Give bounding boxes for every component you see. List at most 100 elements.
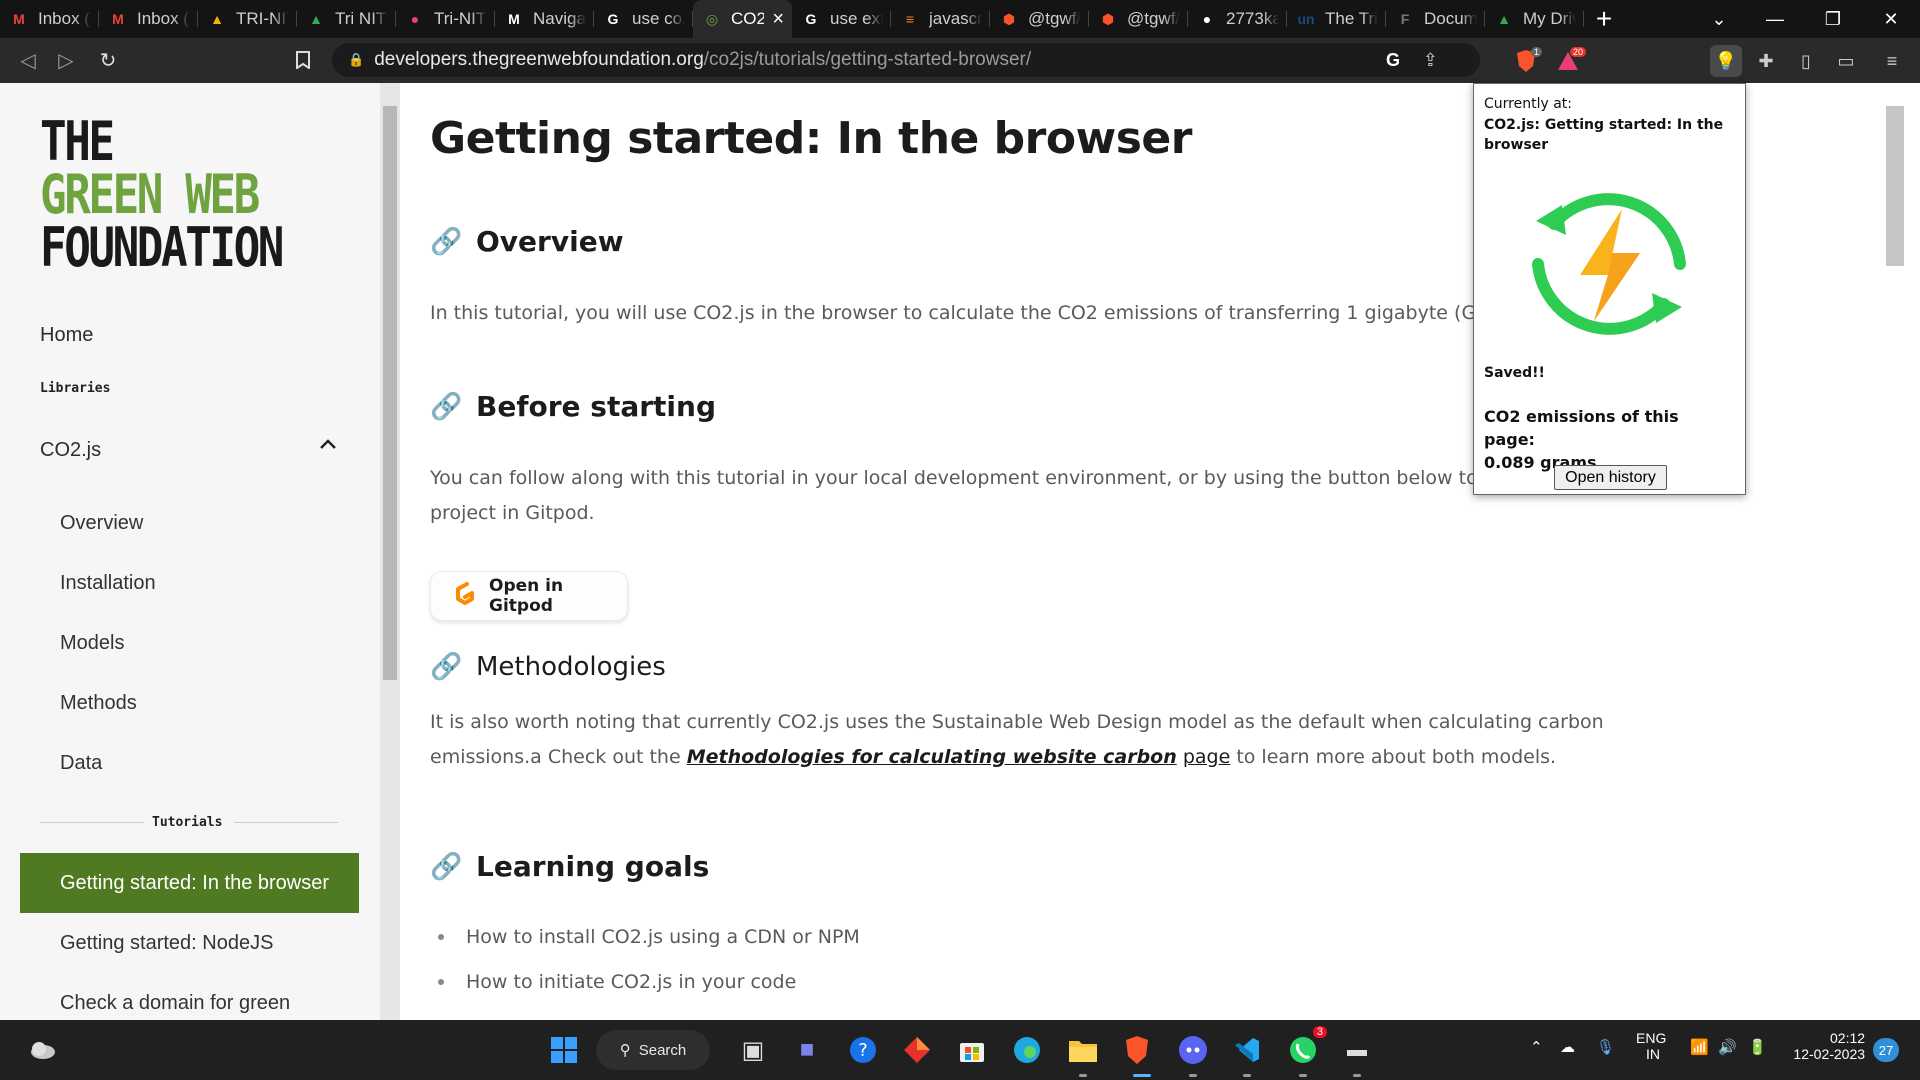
- tab-2[interactable]: ▲ TRI-NIT: [198, 0, 297, 38]
- running-indicator: [1079, 1074, 1087, 1077]
- document-icon: F: [1400, 11, 1410, 27]
- tab-5[interactable]: M Navigat: [495, 0, 594, 38]
- brave-rewards-icon[interactable]: 20: [1552, 45, 1586, 77]
- tab-13[interactable]: un The Tri-N: [1287, 0, 1386, 38]
- open-history-button[interactable]: Open history: [1554, 465, 1667, 490]
- green-web-logo[interactable]: THE GREEN WEB FOUNDATION: [40, 115, 284, 275]
- co2-emissions-label: CO2 emissions of this page:: [1484, 407, 1679, 449]
- reload-icon[interactable]: ↻: [88, 40, 128, 80]
- saved-status: Saved!!: [1484, 365, 1545, 381]
- nav-check-domain[interactable]: Check a domain for green: [60, 992, 290, 1015]
- nav-installation[interactable]: Installation: [60, 572, 156, 595]
- running-indicator: [1133, 1074, 1151, 1077]
- onedrive-sync-icon[interactable]: ☁: [1560, 1038, 1575, 1056]
- minimize-icon[interactable]: —: [1746, 0, 1804, 38]
- sidebar-scroll-thumb[interactable]: [383, 106, 397, 680]
- close-tab-icon[interactable]: ×: [772, 8, 784, 31]
- tab-6[interactable]: Guse co2: [594, 0, 693, 38]
- address-bar[interactable]: 🔒 developers.thegreenwebfoundation.org/c…: [332, 43, 1480, 77]
- page-title: Getting started: In the browser: [430, 113, 1192, 164]
- tab-12[interactable]: ● 2773kar: [1188, 0, 1287, 38]
- tab-11[interactable]: ⬢ @tgwf/c: [1089, 0, 1188, 38]
- microphone-icon[interactable]: 🎙: [1596, 1038, 1615, 1056]
- list-item: How to initiate CO2.js in your code: [438, 971, 796, 993]
- brave-shields-badge: 1: [1530, 47, 1542, 57]
- windows-taskbar: ⚲ Search ▣ ■ ? 3 ▬ ⌃ ☁ 🎙 ENG IN 📶 🔊 �: [0, 1020, 1920, 1080]
- gmail-icon: M: [13, 11, 25, 27]
- tab-1[interactable]: M Inbox (6: [99, 0, 198, 38]
- brave-rewards-badge: 20: [1569, 47, 1586, 57]
- nav-co2js[interactable]: CO2.js: [40, 439, 101, 462]
- tab-7[interactable]: ◎ CO2 ×: [693, 0, 792, 38]
- section-methodologies: 🔗 Methodologies: [430, 652, 666, 682]
- methodologies-link[interactable]: Methodologies for calculating website ca…: [687, 746, 1177, 768]
- nav-getting-started-browser[interactable]: Getting started: In the browser: [20, 853, 359, 913]
- brave-shields-icon[interactable]: 1: [1510, 45, 1542, 77]
- sidebar-toggle-icon[interactable]: ▯: [1790, 45, 1822, 77]
- anchor-link-icon[interactable]: 🔗: [430, 227, 462, 257]
- nav-overview[interactable]: Overview: [60, 512, 143, 535]
- tab-search-icon[interactable]: ⌄: [1690, 0, 1748, 38]
- chevron-up-icon[interactable]: [318, 437, 338, 456]
- app-diamond-icon[interactable]: [899, 1032, 935, 1068]
- file-explorer-icon[interactable]: [1065, 1032, 1101, 1068]
- help-icon[interactable]: ?: [845, 1032, 881, 1068]
- wifi-icon[interactable]: 📶: [1690, 1038, 1709, 1056]
- edge-icon[interactable]: [1009, 1032, 1045, 1068]
- tab-title: My Drive: [1523, 9, 1576, 28]
- battery-icon[interactable]: 🔋: [1748, 1038, 1767, 1056]
- new-tab-button[interactable]: +: [1584, 0, 1624, 38]
- google-drive-icon: ▲: [1497, 11, 1511, 27]
- running-indicator: [1243, 1074, 1251, 1077]
- notification-center[interactable]: 27: [1873, 1038, 1899, 1062]
- anchor-link-icon[interactable]: 🔗: [430, 392, 462, 422]
- extensions-puzzle-icon[interactable]: ✚: [1750, 45, 1782, 77]
- microsoft-store-icon[interactable]: [954, 1032, 990, 1068]
- nav-data[interactable]: Data: [60, 752, 102, 775]
- volume-icon[interactable]: 🔊: [1718, 1038, 1737, 1056]
- tab-15[interactable]: ▲ My Drive: [1485, 0, 1584, 38]
- tab-14[interactable]: F Docume: [1386, 0, 1485, 38]
- tab-0[interactable]: M Inbox (1: [0, 0, 99, 38]
- discord-icon[interactable]: [1175, 1032, 1211, 1068]
- page-scroll-thumb[interactable]: [1886, 106, 1904, 266]
- open-in-gitpod-button[interactable]: Open in Gitpod: [430, 571, 628, 621]
- whatsapp-icon[interactable]: 3: [1285, 1026, 1327, 1068]
- bookmark-icon[interactable]: [283, 40, 323, 80]
- tab-9[interactable]: ≡ javascrip: [891, 0, 990, 38]
- tab-title: Inbox (6: [137, 9, 190, 28]
- nav-methods[interactable]: Methods: [60, 692, 137, 715]
- page-link[interactable]: page: [1183, 746, 1230, 768]
- nav-getting-started-nodejs[interactable]: Getting started: NodeJS: [60, 932, 273, 955]
- terminal-icon[interactable]: ▬: [1339, 1032, 1375, 1068]
- tab-3[interactable]: ▲ Tri NIT H: [297, 0, 396, 38]
- back-icon[interactable]: ◁: [8, 40, 48, 80]
- tab-10[interactable]: ⬢ @tgwf/c: [990, 0, 1089, 38]
- co2-extension-icon[interactable]: 💡: [1710, 45, 1742, 77]
- anchor-link-icon[interactable]: 🔗: [430, 852, 462, 882]
- brave-browser-icon[interactable]: [1119, 1032, 1155, 1068]
- close-window-icon[interactable]: ✕: [1862, 0, 1920, 38]
- menu-icon[interactable]: ≡: [1876, 45, 1908, 77]
- start-icon[interactable]: [546, 1032, 582, 1068]
- clock[interactable]: 02:12 12-02-2023: [1788, 1030, 1865, 1062]
- forward-icon[interactable]: ▷: [46, 40, 86, 80]
- restore-icon[interactable]: ❐: [1804, 0, 1862, 38]
- task-view-icon[interactable]: ▣: [735, 1032, 771, 1068]
- anchor-link-icon[interactable]: 🔗: [430, 652, 462, 682]
- language-indicator[interactable]: ENG IN: [1636, 1030, 1666, 1062]
- nav-home[interactable]: Home: [40, 324, 93, 347]
- tab-8[interactable]: Guse exte: [792, 0, 891, 38]
- wallet-icon[interactable]: ▭: [1830, 45, 1862, 77]
- weather-icon[interactable]: [24, 1032, 60, 1068]
- tab-4[interactable]: ● Tri-NIT H: [396, 0, 495, 38]
- tray-overflow-icon[interactable]: ⌃: [1530, 1038, 1543, 1056]
- tab-title: @tgwf/c: [1028, 9, 1081, 28]
- tab-title: @tgwf/c: [1127, 9, 1180, 28]
- share-icon[interactable]: ⇪: [1423, 50, 1438, 71]
- taskbar-search[interactable]: ⚲ Search: [596, 1030, 710, 1070]
- google-lens-icon[interactable]: G: [1386, 50, 1400, 71]
- teams-icon[interactable]: ■: [789, 1032, 825, 1068]
- vscode-icon[interactable]: [1229, 1032, 1265, 1068]
- nav-models[interactable]: Models: [60, 632, 124, 655]
